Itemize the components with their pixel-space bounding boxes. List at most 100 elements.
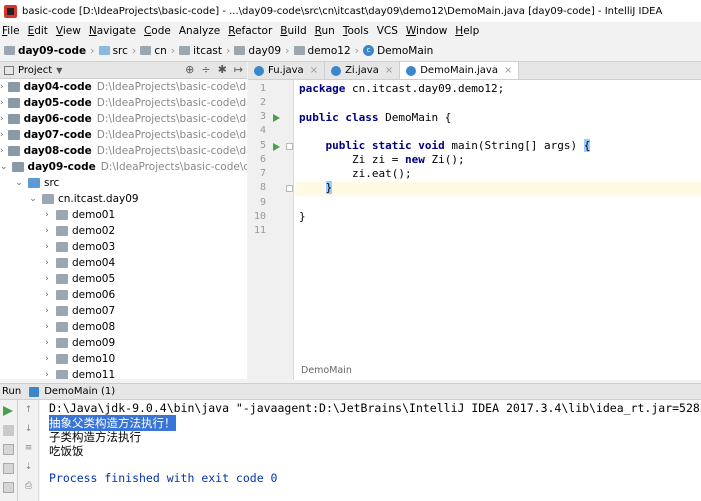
tree-module-day09[interactable]: ⌄day09-codeD:\IdeaProjects\basic-code\da… [0,159,247,175]
fold-icon[interactable] [286,185,293,192]
collapse-icon[interactable]: ÷ [201,63,210,76]
breadcrumb-src[interactable]: src [98,45,128,57]
code-editor[interactable]: 1 2 3 4 5 6 7 8 9 10 11 package cn.itcas… [248,80,701,380]
tree-package-demo11[interactable]: › demo11 [0,367,247,379]
run-config-tab[interactable]: DemoMain (1) [44,386,115,397]
pause-icon[interactable] [3,444,14,455]
tab-zi-java[interactable]: Zi.java × [325,62,401,79]
package-icon [56,322,68,332]
menu-navigate[interactable]: Navigate [89,25,136,37]
tree-module-day06[interactable]: ›day06-codeD:\IdeaProjects\basic-code\da… [0,111,247,127]
breadcrumb-day09[interactable]: day09 [234,45,281,57]
package-icon [56,226,68,236]
gear-icon[interactable]: ✱ [218,63,227,76]
chevron-down-icon[interactable]: ▼ [56,66,62,75]
menu-view[interactable]: View [56,25,81,37]
chevron-right-icon[interactable]: › [0,98,4,108]
tree-package-demo10[interactable]: › demo10 [0,351,247,367]
tree-package-demo01[interactable]: › demo01 [0,207,247,223]
chevron-right-icon[interactable]: › [42,274,52,284]
arrow-down-icon[interactable]: ↓ [24,425,33,434]
project-panel-title[interactable]: Project [18,65,52,76]
menu-vcs[interactable]: VCS [377,25,398,37]
rerun-icon[interactable] [3,406,13,416]
tree-package-demo03[interactable]: › demo03 [0,239,247,255]
arrow-up-icon[interactable]: ↑ [24,406,33,415]
close-icon[interactable]: × [504,65,512,76]
chevron-right-icon[interactable]: › [0,146,4,156]
chevron-right-icon[interactable]: › [42,338,52,348]
breadcrumb-demo12[interactable]: demo12 [293,45,351,57]
editor-breadcrumb[interactable]: DemoMain [294,365,701,380]
run-console[interactable]: D:\Java\jdk-9.0.4\bin\java "-javaagent:D… [40,400,701,501]
project-tree: ›day04-codeD:\IdeaProjects\basic-code\da… [0,79,247,379]
target-icon[interactable]: ⊕ [185,63,194,76]
chevron-down-icon[interactable]: ⌄ [0,162,8,172]
tree-package-demo07[interactable]: › demo07 [0,303,247,319]
chevron-right-icon[interactable]: › [0,114,4,124]
menu-build[interactable]: Build [280,25,306,37]
project-icon [4,65,14,75]
stop-icon[interactable] [3,425,14,436]
hide-icon[interactable]: ↦ [234,63,243,76]
breadcrumb-class[interactable]: c DemoMain [363,45,433,57]
menu-analyze[interactable]: Analyze [179,25,220,37]
chevron-right-icon[interactable]: › [42,210,52,220]
chevron-down-icon[interactable]: ⌄ [14,178,24,188]
chevron-right-icon[interactable]: › [42,306,52,316]
menu-edit[interactable]: Edit [28,25,48,37]
chevron-down-icon[interactable]: ⌄ [28,194,38,204]
settings-icon[interactable] [3,482,14,493]
tree-package-demo02[interactable]: › demo02 [0,223,247,239]
tree-package-demo05[interactable]: › demo05 [0,271,247,287]
module-folder-icon [11,162,24,172]
breadcrumb-itcast[interactable]: itcast [179,45,222,57]
soft-wrap-icon[interactable]: ≡ [24,444,33,453]
module-folder-icon [7,146,20,156]
code-line-5: public static void main(String[] args) { [325,139,591,152]
breadcrumb-module[interactable]: day09-code [4,45,86,57]
menu-refactor[interactable]: Refactor [228,25,272,37]
chevron-right-icon[interactable]: › [0,130,4,140]
menu-tools[interactable]: Tools [343,25,369,37]
chevron-right-icon[interactable]: › [42,242,52,252]
tree-package-demo04[interactable]: › demo04 [0,255,247,271]
chevron-right-icon[interactable]: › [42,354,52,364]
chevron-right-icon[interactable]: › [0,82,4,92]
chevron-right-icon[interactable]: › [42,290,52,300]
close-icon[interactable]: × [310,65,318,76]
run-toolbar [0,400,18,501]
chevron-right-icon[interactable]: › [42,322,52,332]
close-icon[interactable]: × [385,65,393,76]
tree-module-day05[interactable]: ›day05-codeD:\IdeaProjects\basic-code\da… [0,95,247,111]
chevron-right-icon[interactable]: › [42,258,52,268]
run-panel-label[interactable]: Run [2,386,21,397]
tree-package-demo06[interactable]: › demo06 [0,287,247,303]
menu-run[interactable]: Run [315,25,335,37]
tree-module-day08[interactable]: ›day08-codeD:\IdeaProjects\basic-code\da… [0,143,247,159]
breadcrumb-cn[interactable]: cn [140,45,167,57]
print-icon[interactable]: ⎙ [24,482,33,491]
tree-module-day07[interactable]: ›day07-codeD:\IdeaProjects\basic-code\da… [0,127,247,143]
tree-src[interactable]: ⌄ src [0,175,247,191]
menu-window[interactable]: Window [406,25,447,37]
fold-icon[interactable] [286,143,293,150]
chevron-right-icon: › [170,44,176,57]
menu-code[interactable]: Code [144,25,171,37]
tab-fu-java[interactable]: Fu.java × [248,62,326,79]
menu-help[interactable]: Help [455,25,479,37]
chevron-right-icon[interactable]: › [42,226,52,236]
tree-package-day09[interactable]: ⌄ cn.itcast.day09 [0,191,247,207]
chevron-right-icon[interactable]: › [42,370,52,379]
tree-package-demo09[interactable]: › demo09 [0,335,247,351]
menu-file[interactable]: File [2,25,20,37]
code-line-6: Zi zi = new Zi(); [351,153,465,166]
scroll-to-end-icon[interactable]: ⇣ [24,463,33,472]
tree-module-day04[interactable]: ›day04-codeD:\IdeaProjects\basic-code\da… [0,79,247,95]
package-icon [56,338,68,348]
run-main-icon[interactable] [273,143,280,151]
tree-package-demo08[interactable]: › demo08 [0,319,247,335]
tab-demomain-java[interactable]: DemoMain.java × [400,62,520,79]
dump-threads-icon[interactable] [3,463,14,474]
run-class-icon[interactable] [273,114,280,122]
